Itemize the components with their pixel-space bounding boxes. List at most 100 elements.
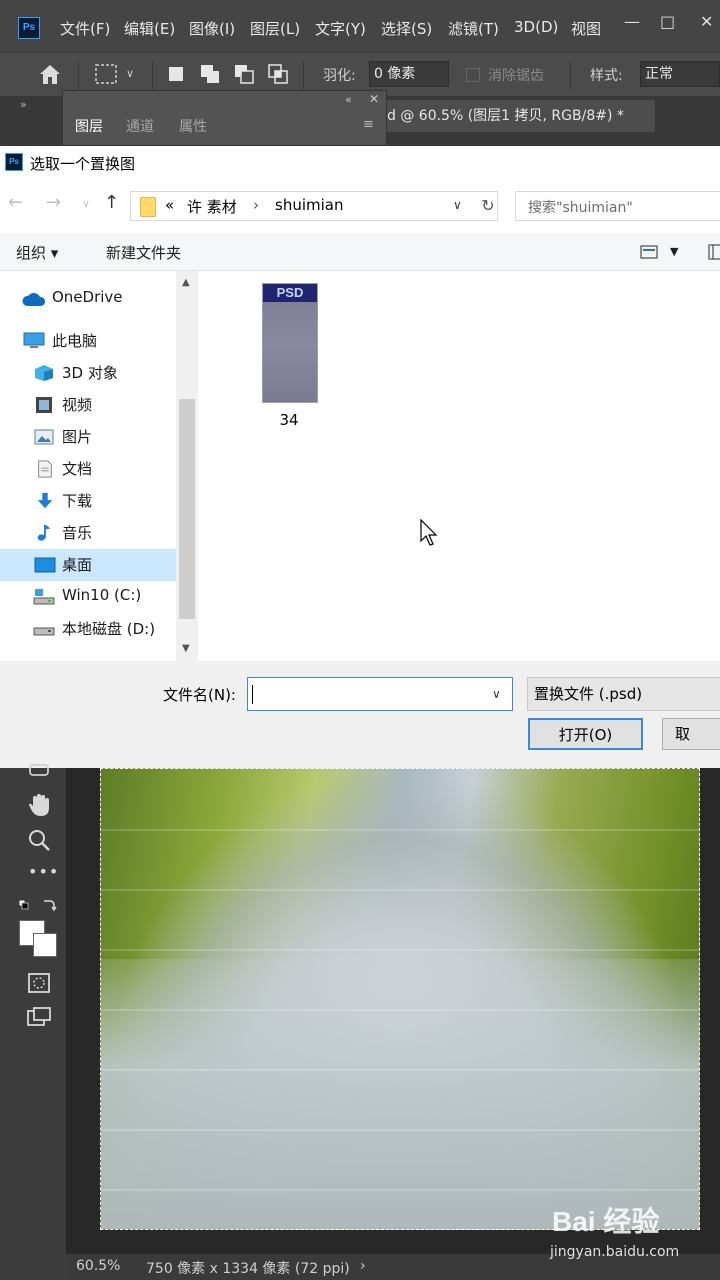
breadcrumb-item[interactable]: shuimian xyxy=(275,196,343,214)
organize-button[interactable]: 组织 ▾ xyxy=(16,242,58,263)
nav-pane-scrollbar[interactable]: ▲ ▼ xyxy=(176,271,198,661)
navigation-pane: OneDrive 此电脑 3D 对象 视频 图片 文档 下载 音乐 桌面 Win… xyxy=(0,271,198,661)
back-arrow-icon[interactable]: ← xyxy=(8,192,23,213)
antialias-label: 消除锯齿 xyxy=(488,68,544,84)
picture-icon xyxy=(34,429,54,445)
menu-file[interactable]: 文件(F) xyxy=(60,18,110,39)
tab-properties[interactable]: 属性 xyxy=(179,116,207,136)
tab-channels[interactable]: 通道 xyxy=(126,116,154,136)
menu-filter[interactable]: 滤镜(T) xyxy=(448,18,499,39)
breadcrumb-item[interactable]: 许 素材 xyxy=(187,196,237,217)
sidebar-item-onedrive[interactable]: OneDrive xyxy=(0,283,176,315)
sidebar-item-music[interactable]: 音乐 xyxy=(0,517,176,549)
search-input[interactable]: 搜索"shuimian" xyxy=(515,191,720,221)
collapse-panel-icon[interactable]: « xyxy=(345,93,352,106)
sidebar-item-label: 此电脑 xyxy=(52,332,98,350)
maximize-icon[interactable]: □ xyxy=(660,12,675,31)
scroll-up-icon[interactable]: ▲ xyxy=(182,277,190,288)
swap-colors-icon[interactable] xyxy=(18,898,58,912)
view-mode-icon[interactable] xyxy=(640,245,658,259)
new-selection-icon[interactable] xyxy=(166,64,186,84)
address-overflow-chevron[interactable]: « xyxy=(165,196,174,214)
close-panel-icon[interactable]: ✕ xyxy=(369,92,379,106)
forward-arrow-icon[interactable]: → xyxy=(46,192,61,213)
zoom-tool-icon[interactable] xyxy=(26,827,52,853)
sidebar-item-label: 3D 对象 xyxy=(62,364,118,382)
minimize-icon[interactable]: — xyxy=(624,12,640,31)
address-bar[interactable]: « 许 素材 › shuimian ∨ xyxy=(130,191,498,221)
up-arrow-icon[interactable]: ↑ xyxy=(104,192,119,213)
home-icon[interactable] xyxy=(38,63,62,85)
chevron-down-icon[interactable]: ∨ xyxy=(126,67,134,80)
document-tab[interactable]: d @ 60.5% (图层1 拷贝, RGB/8#) * xyxy=(387,100,655,132)
frame-tool-icon[interactable] xyxy=(26,762,52,788)
file-item[interactable]: PSD 34 xyxy=(258,283,320,431)
antialias-checkbox[interactable] xyxy=(466,68,480,82)
menu-select[interactable]: 选择(S) xyxy=(381,18,432,39)
sidebar-item-pictures[interactable]: 图片 xyxy=(0,421,176,453)
scroll-down-icon[interactable]: ▼ xyxy=(182,643,190,654)
sidebar-item-label: 文档 xyxy=(62,460,93,478)
menu-image[interactable]: 图像(I) xyxy=(189,18,235,39)
watermark-url: jingyan.baidu.com xyxy=(550,1244,680,1260)
filetype-select[interactable]: 置换文件 (.psd) xyxy=(527,677,720,711)
style-select[interactable]: 正常 xyxy=(640,61,720,87)
marquee-tool-icon[interactable] xyxy=(95,64,117,84)
dialog-footer: 文件名(N): ∨ 置换文件 (.psd) 打开(O) 取 xyxy=(0,661,720,768)
address-dropdown-icon[interactable]: ∨ xyxy=(453,198,462,212)
view-dropdown-icon[interactable]: ▼ xyxy=(670,245,678,258)
feather-input[interactable]: 0 像素 xyxy=(369,61,449,87)
sidebar-item-drive-c[interactable]: Win10 (C:) xyxy=(0,581,176,613)
filename-dropdown-icon[interactable]: ∨ xyxy=(492,687,501,701)
chevron-right-icon[interactable]: › xyxy=(360,1258,366,1274)
menu-3d[interactable]: 3D(D) xyxy=(514,18,558,36)
menu-edit[interactable]: 编辑(E) xyxy=(124,18,175,39)
scroll-thumb[interactable] xyxy=(179,399,195,619)
filename-input[interactable]: ∨ xyxy=(247,677,513,711)
sidebar-item-drive-d[interactable]: 本地磁盘 (D:) xyxy=(0,613,176,645)
intersect-selection-icon[interactable] xyxy=(268,64,288,84)
tools-panel: ••• xyxy=(0,764,66,1280)
double-chevron-icon[interactable]: » xyxy=(20,98,27,111)
photoshop-logo-icon: Ps xyxy=(18,17,40,39)
file-list: PSD 34 xyxy=(198,271,720,661)
close-icon[interactable]: ✕ xyxy=(700,12,713,31)
document-icon xyxy=(38,460,52,478)
sidebar-item-3d-objects[interactable]: 3D 对象 xyxy=(0,357,176,389)
refresh-icon[interactable]: ↻ xyxy=(476,191,500,221)
sidebar-item-desktop[interactable]: 桌面 xyxy=(0,549,176,581)
menu-type[interactable]: 文字(Y) xyxy=(315,18,366,39)
sidebar-item-videos[interactable]: 视频 xyxy=(0,389,176,421)
new-folder-button[interactable]: 新建文件夹 xyxy=(106,242,181,263)
sidebar-item-documents[interactable]: 文档 xyxy=(0,453,176,485)
system-drive-icon xyxy=(33,589,55,605)
sidebar-item-downloads[interactable]: 下载 xyxy=(0,485,176,517)
menu-layer[interactable]: 图层(L) xyxy=(250,18,300,39)
panel-menu-icon[interactable]: ≡ xyxy=(363,117,374,132)
tab-layers[interactable]: 图层 xyxy=(75,116,103,136)
photoshop-app-icon: Ps xyxy=(5,153,23,171)
open-button[interactable]: 打开(O) xyxy=(528,718,643,750)
canvas-area[interactable] xyxy=(66,768,720,1254)
text-caret xyxy=(252,685,253,704)
cancel-button[interactable]: 取 xyxy=(662,718,720,750)
recent-locations-icon[interactable]: ∨ xyxy=(82,197,90,210)
folder-icon xyxy=(140,197,156,217)
sidebar-item-label: 本地磁盘 (D:) xyxy=(62,620,156,638)
music-icon xyxy=(37,524,51,541)
screen-mode-icon[interactable] xyxy=(26,1005,52,1031)
add-selection-icon[interactable] xyxy=(200,64,220,84)
hand-tool-icon[interactable] xyxy=(26,792,52,818)
preview-pane-icon[interactable] xyxy=(708,244,720,260)
sidebar-item-this-pc[interactable]: 此电脑 xyxy=(0,325,176,357)
zoom-level[interactable]: 60.5% xyxy=(76,1258,120,1274)
menu-view[interactable]: 视图 xyxy=(571,18,601,39)
cloud-icon xyxy=(22,293,46,306)
quick-mask-icon[interactable] xyxy=(26,970,52,996)
psd-file-thumbnail: PSD xyxy=(262,283,318,403)
more-tools-icon[interactable]: ••• xyxy=(28,862,59,881)
sidebar-item-label: 桌面 xyxy=(62,556,93,574)
background-color-swatch[interactable] xyxy=(33,933,57,957)
sidebar-item-label: Win10 (C:) xyxy=(62,586,142,604)
subtract-selection-icon[interactable] xyxy=(234,64,254,84)
